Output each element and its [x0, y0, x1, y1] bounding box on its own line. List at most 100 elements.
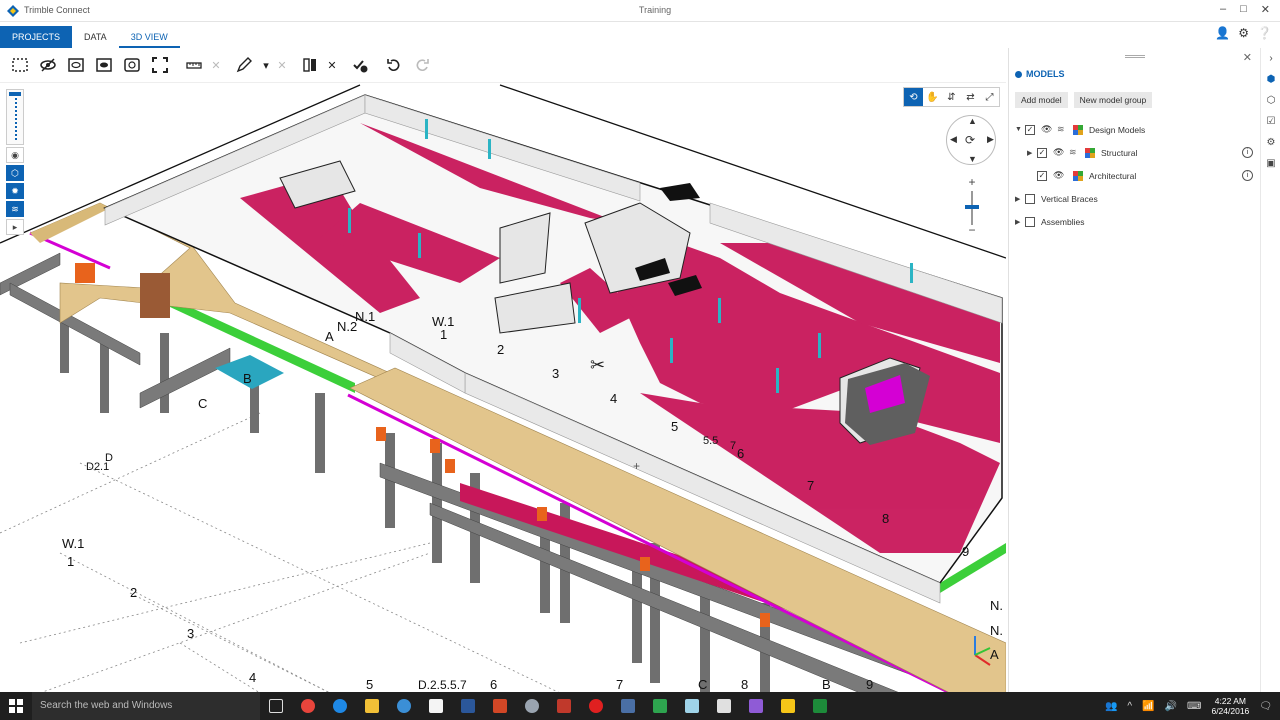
fit-icon[interactable]: [146, 52, 174, 78]
orbit-center-icon[interactable]: ⟳: [965, 133, 975, 147]
rotate-left-icon[interactable]: ◀: [950, 134, 957, 145]
trimble-app-icon[interactable]: [772, 692, 804, 720]
architectural-checkbox[interactable]: ✓: [1037, 170, 1047, 181]
powerpoint-icon[interactable]: [484, 692, 516, 720]
expand-rail-icon[interactable]: ▸: [6, 219, 24, 235]
help-icon[interactable]: ❔: [1257, 26, 1272, 40]
taskbar-clock[interactable]: 4:22 AM 6/24/2016: [1211, 696, 1249, 716]
add-model-button[interactable]: Add model: [1015, 92, 1068, 108]
markup-dropdown-icon[interactable]: ▾: [258, 52, 274, 78]
view-eye-icon[interactable]: ◉: [6, 147, 24, 163]
close-panel-icon[interactable]: ✕: [1243, 51, 1252, 64]
object-tree-icon[interactable]: ⬡: [1265, 95, 1277, 107]
tree-item-architectural[interactable]: ✓ 👁 Architectural i: [1015, 164, 1255, 187]
rotate-up-icon[interactable]: ▲: [968, 116, 977, 126]
brush-icon[interactable]: ≋: [6, 201, 24, 217]
ghost-icon[interactable]: [118, 52, 146, 78]
tree-item-assemblies[interactable]: ▶ Assemblies: [1015, 210, 1255, 233]
vertical-braces-checkbox[interactable]: [1025, 193, 1035, 204]
expand-caret-icon[interactable]: ▶: [1015, 218, 1025, 226]
store-icon[interactable]: [420, 692, 452, 720]
new-model-group-button[interactable]: New model group: [1073, 92, 1153, 108]
hide-icon[interactable]: [34, 52, 62, 78]
volume-icon[interactable]: 🔊: [1165, 701, 1177, 712]
word-icon[interactable]: [452, 692, 484, 720]
keyboard-icon[interactable]: ⌨: [1187, 701, 1201, 712]
create-todo-icon[interactable]: [346, 52, 374, 78]
visibility-eye-icon[interactable]: 👁: [1053, 170, 1067, 181]
settings-gear-icon[interactable]: ⚙: [1265, 137, 1277, 149]
clear-section-icon[interactable]: ✕: [324, 52, 340, 78]
zoom-in-icon[interactable]: +: [963, 175, 981, 189]
gear-icon[interactable]: ⚙: [1238, 26, 1249, 40]
measure-icon[interactable]: [180, 52, 208, 78]
section-plane-icon[interactable]: [296, 52, 324, 78]
clear-markup-icon[interactable]: ✕: [274, 52, 290, 78]
rotate-down-icon[interactable]: ▼: [968, 154, 977, 164]
maps-icon[interactable]: [676, 692, 708, 720]
collapse-caret-icon[interactable]: ▼: [1015, 126, 1025, 133]
acrobat-icon[interactable]: [580, 692, 612, 720]
models-cube-icon[interactable]: ⬢: [1265, 74, 1277, 86]
tree-item-structural[interactable]: ▶ ✓ 👁 ≋ Structural i: [1015, 141, 1255, 164]
collapse-panel-icon[interactable]: ›: [1265, 53, 1277, 65]
swap-icon[interactable]: ⇄: [961, 88, 980, 106]
view-cube-compass[interactable]: ▲ ▼ ◀ ▶ ⟳: [946, 115, 996, 165]
clear-measure-icon[interactable]: ✕: [208, 52, 224, 78]
info-icon[interactable]: i: [1242, 147, 1253, 158]
network-icon[interactable]: 📶: [1142, 701, 1154, 712]
task-view-icon[interactable]: [260, 692, 292, 720]
fullscreen-icon[interactable]: ⤢: [980, 88, 999, 106]
red-app-icon[interactable]: [548, 692, 580, 720]
markup-pen-icon[interactable]: [230, 52, 258, 78]
visibility-eye-icon[interactable]: 👁: [1053, 147, 1067, 158]
minimize-button[interactable]: –: [1220, 3, 1226, 16]
building-model-scene[interactable]: A B C N.2 N.1 W.1 1 2 3 4 5 5.5 7 6 7 8 …: [0, 83, 1006, 692]
pan-icon[interactable]: ✋: [923, 88, 942, 106]
windows-start-icon[interactable]: [0, 692, 32, 720]
structural-checkbox[interactable]: ✓: [1037, 147, 1047, 158]
taskbar-search-input[interactable]: Search the web and Windows: [32, 692, 260, 720]
tab-data[interactable]: DATA: [72, 26, 119, 48]
panel-resize-grip[interactable]: [1125, 55, 1145, 58]
tool-icon[interactable]: [516, 692, 548, 720]
tab-projects[interactable]: PROJECTS: [0, 26, 73, 48]
file-explorer-icon[interactable]: [356, 692, 388, 720]
tab-3d-view[interactable]: 3D VIEW: [118, 26, 180, 48]
zoom-slider-thumb[interactable]: [965, 205, 979, 209]
camtasia-icon[interactable]: [804, 692, 836, 720]
settings-icon[interactable]: ✹: [6, 183, 24, 199]
walk-icon[interactable]: ⇵: [942, 88, 961, 106]
3d-viewport[interactable]: A B C N.2 N.1 W.1 1 2 3 4 5 5.5 7 6 7 8 …: [0, 82, 1006, 692]
todo-check-icon[interactable]: ☑: [1265, 116, 1277, 128]
close-window-button[interactable]: ✕: [1261, 3, 1270, 16]
ghost-brush-icon[interactable]: ≋: [1069, 147, 1083, 158]
rotate-right-icon[interactable]: ▶: [987, 134, 994, 145]
select-box-icon[interactable]: [6, 52, 34, 78]
action-center-icon[interactable]: 🗨: [1259, 701, 1272, 712]
user-icon[interactable]: 👤: [1215, 26, 1230, 40]
views-image-icon[interactable]: ▣: [1265, 158, 1277, 170]
people-icon[interactable]: 👥: [1105, 701, 1117, 712]
shield-icon[interactable]: ⬡: [6, 165, 24, 181]
show-hidden-icon[interactable]: ^: [1127, 701, 1132, 712]
undo-icon[interactable]: [380, 52, 408, 78]
edge-icon[interactable]: [324, 692, 356, 720]
globe-icon[interactable]: [388, 692, 420, 720]
chrome-icon[interactable]: [292, 692, 324, 720]
tree-item-vertical-braces[interactable]: ▶ Vertical Braces: [1015, 187, 1255, 210]
redo-icon[interactable]: [408, 52, 436, 78]
green-app-icon[interactable]: [644, 692, 676, 720]
assemblies-checkbox[interactable]: [1025, 216, 1035, 227]
maximize-button[interactable]: □: [1240, 3, 1247, 16]
tree-item-design-models[interactable]: ▼ ✓ 👁 ≋ Design Models: [1015, 118, 1255, 141]
expand-caret-icon[interactable]: ▶: [1027, 149, 1037, 157]
isolate-icon[interactable]: [62, 52, 90, 78]
info-icon[interactable]: i: [1242, 170, 1253, 181]
tekla-icon[interactable]: [612, 692, 644, 720]
show-all-icon[interactable]: [90, 52, 118, 78]
orbit-icon[interactable]: ⟲: [904, 88, 923, 106]
calculator-icon[interactable]: [708, 692, 740, 720]
clip-slider[interactable]: [6, 89, 24, 145]
expand-caret-icon[interactable]: ▶: [1015, 195, 1025, 203]
